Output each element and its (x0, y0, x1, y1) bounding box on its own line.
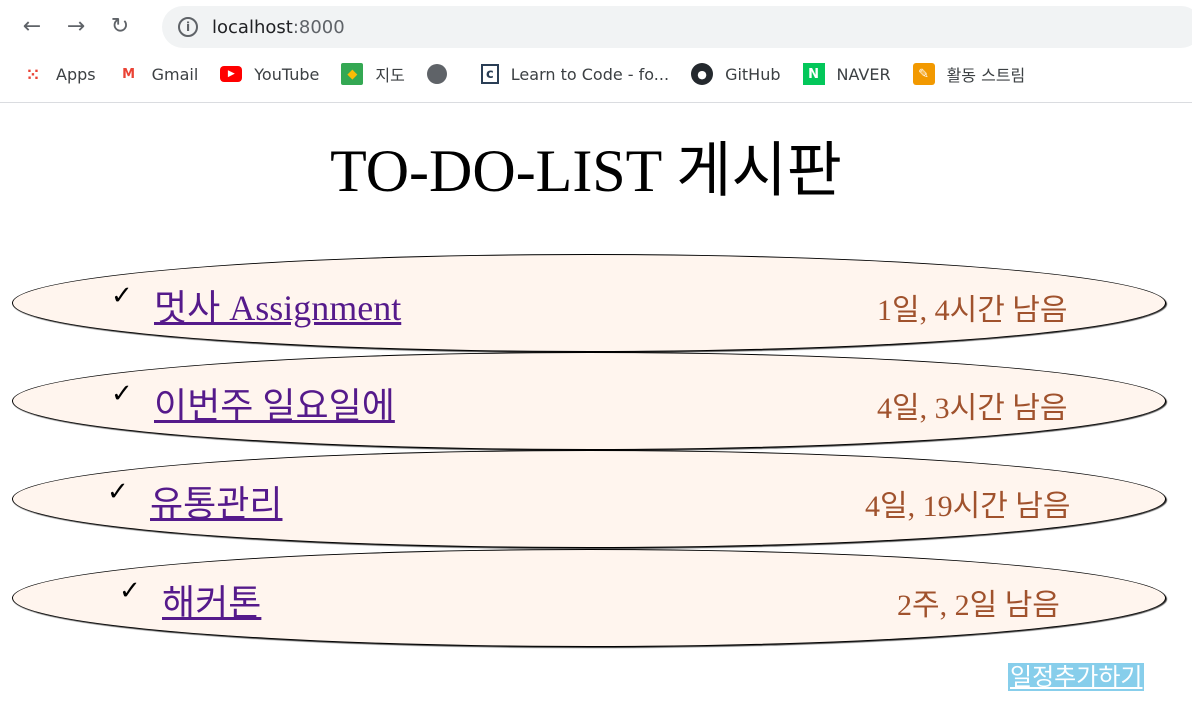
todo-item: ✓ 멋사 Assignment 1일, 4시간 남음 (12, 254, 1166, 352)
bookmark-freecodecamp[interactable]: c Learn to Code - fo... (480, 64, 670, 84)
bookmark-label: Gmail (151, 64, 199, 84)
github-icon: ● (691, 63, 714, 85)
todo-item: ✓ 해커톤 2주, 2일 남음 (12, 549, 1166, 647)
bookmark-label: NAVER (836, 64, 891, 84)
back-icon[interactable]: ← (20, 14, 44, 39)
apps-grid-icon: ⁙ (26, 64, 40, 84)
remaining-time: 2주, 2일 남음 (897, 589, 1060, 622)
maps-icon: ◆ (341, 63, 364, 85)
globe-icon (426, 64, 447, 84)
todo-item: ✓ 이번주 일요일에 4일, 3시간 남음 (12, 352, 1166, 450)
todo-link[interactable]: 이번주 일요일에 (154, 377, 395, 429)
check-icon: ✓ (111, 379, 133, 409)
info-icon[interactable]: i (178, 17, 198, 37)
url-text: localhost:8000 (212, 17, 345, 38)
bookmark-maps[interactable]: ◆ 지도 (341, 62, 405, 86)
bookmark-label: Learn to Code - fo... (510, 64, 670, 84)
bookmark-gmail[interactable]: M Gmail (118, 63, 199, 85)
page-title: TO-DO-LIST 게시판 (330, 138, 842, 204)
todo-link[interactable]: 유통관리 (150, 475, 282, 527)
reload-icon[interactable]: ↻ (108, 14, 132, 39)
todo-item: ✓ 유통관리 4일, 19시간 남음 (12, 450, 1166, 548)
todo-link[interactable]: 멋사 Assignment (154, 279, 401, 331)
bookmark-label: Apps (56, 64, 96, 84)
pencil-icon: ✎ (912, 63, 935, 85)
address-bar[interactable]: i localhost:8000 (162, 6, 1192, 48)
bookmarks-bar: ⁙ Apps M Gmail ▶ YouTube ◆ 지도 c Learn to Code… (0, 60, 1025, 88)
bookmark-globe[interactable] (426, 64, 459, 84)
remaining-time: 4일, 19시간 남음 (865, 490, 1071, 523)
bookmark-label: GitHub (725, 64, 781, 84)
bookmark-label: 활동 스트림 (946, 66, 1026, 85)
bookmark-apps[interactable]: ⁙ Apps (22, 63, 96, 85)
add-schedule-button[interactable]: 일정추가하기 (1008, 663, 1145, 691)
check-icon: ✓ (107, 477, 129, 507)
bookmark-label: 지도 (375, 66, 405, 85)
bookmark-github[interactable]: ● GitHub (691, 63, 781, 85)
url-port: :8000 (292, 16, 345, 38)
check-icon: ✓ (119, 576, 141, 606)
bookmark-label: YouTube (254, 64, 320, 84)
youtube-icon: ▶ (220, 66, 243, 82)
bookmark-naver[interactable]: N NAVER (802, 63, 891, 85)
todo-link[interactable]: 해커톤 (162, 574, 261, 626)
gmail-icon: M (122, 66, 136, 82)
forward-icon[interactable]: → (64, 14, 88, 39)
check-icon: ✓ (111, 281, 133, 311)
url-host: localhost (212, 16, 293, 38)
freecodecamp-icon: c (480, 64, 499, 84)
bookmark-activity-stream[interactable]: ✎ 활동 스트림 (912, 62, 1026, 86)
naver-icon: N (802, 63, 825, 85)
browser-chrome: ← → ↻ i localhost:8000 ⁙ Apps M Gmail ▶ You… (0, 0, 1192, 103)
bookmark-youtube[interactable]: ▶ YouTube (220, 65, 319, 84)
remaining-time: 1일, 4시간 남음 (877, 294, 1068, 327)
remaining-time: 4일, 3시간 남음 (877, 392, 1068, 425)
